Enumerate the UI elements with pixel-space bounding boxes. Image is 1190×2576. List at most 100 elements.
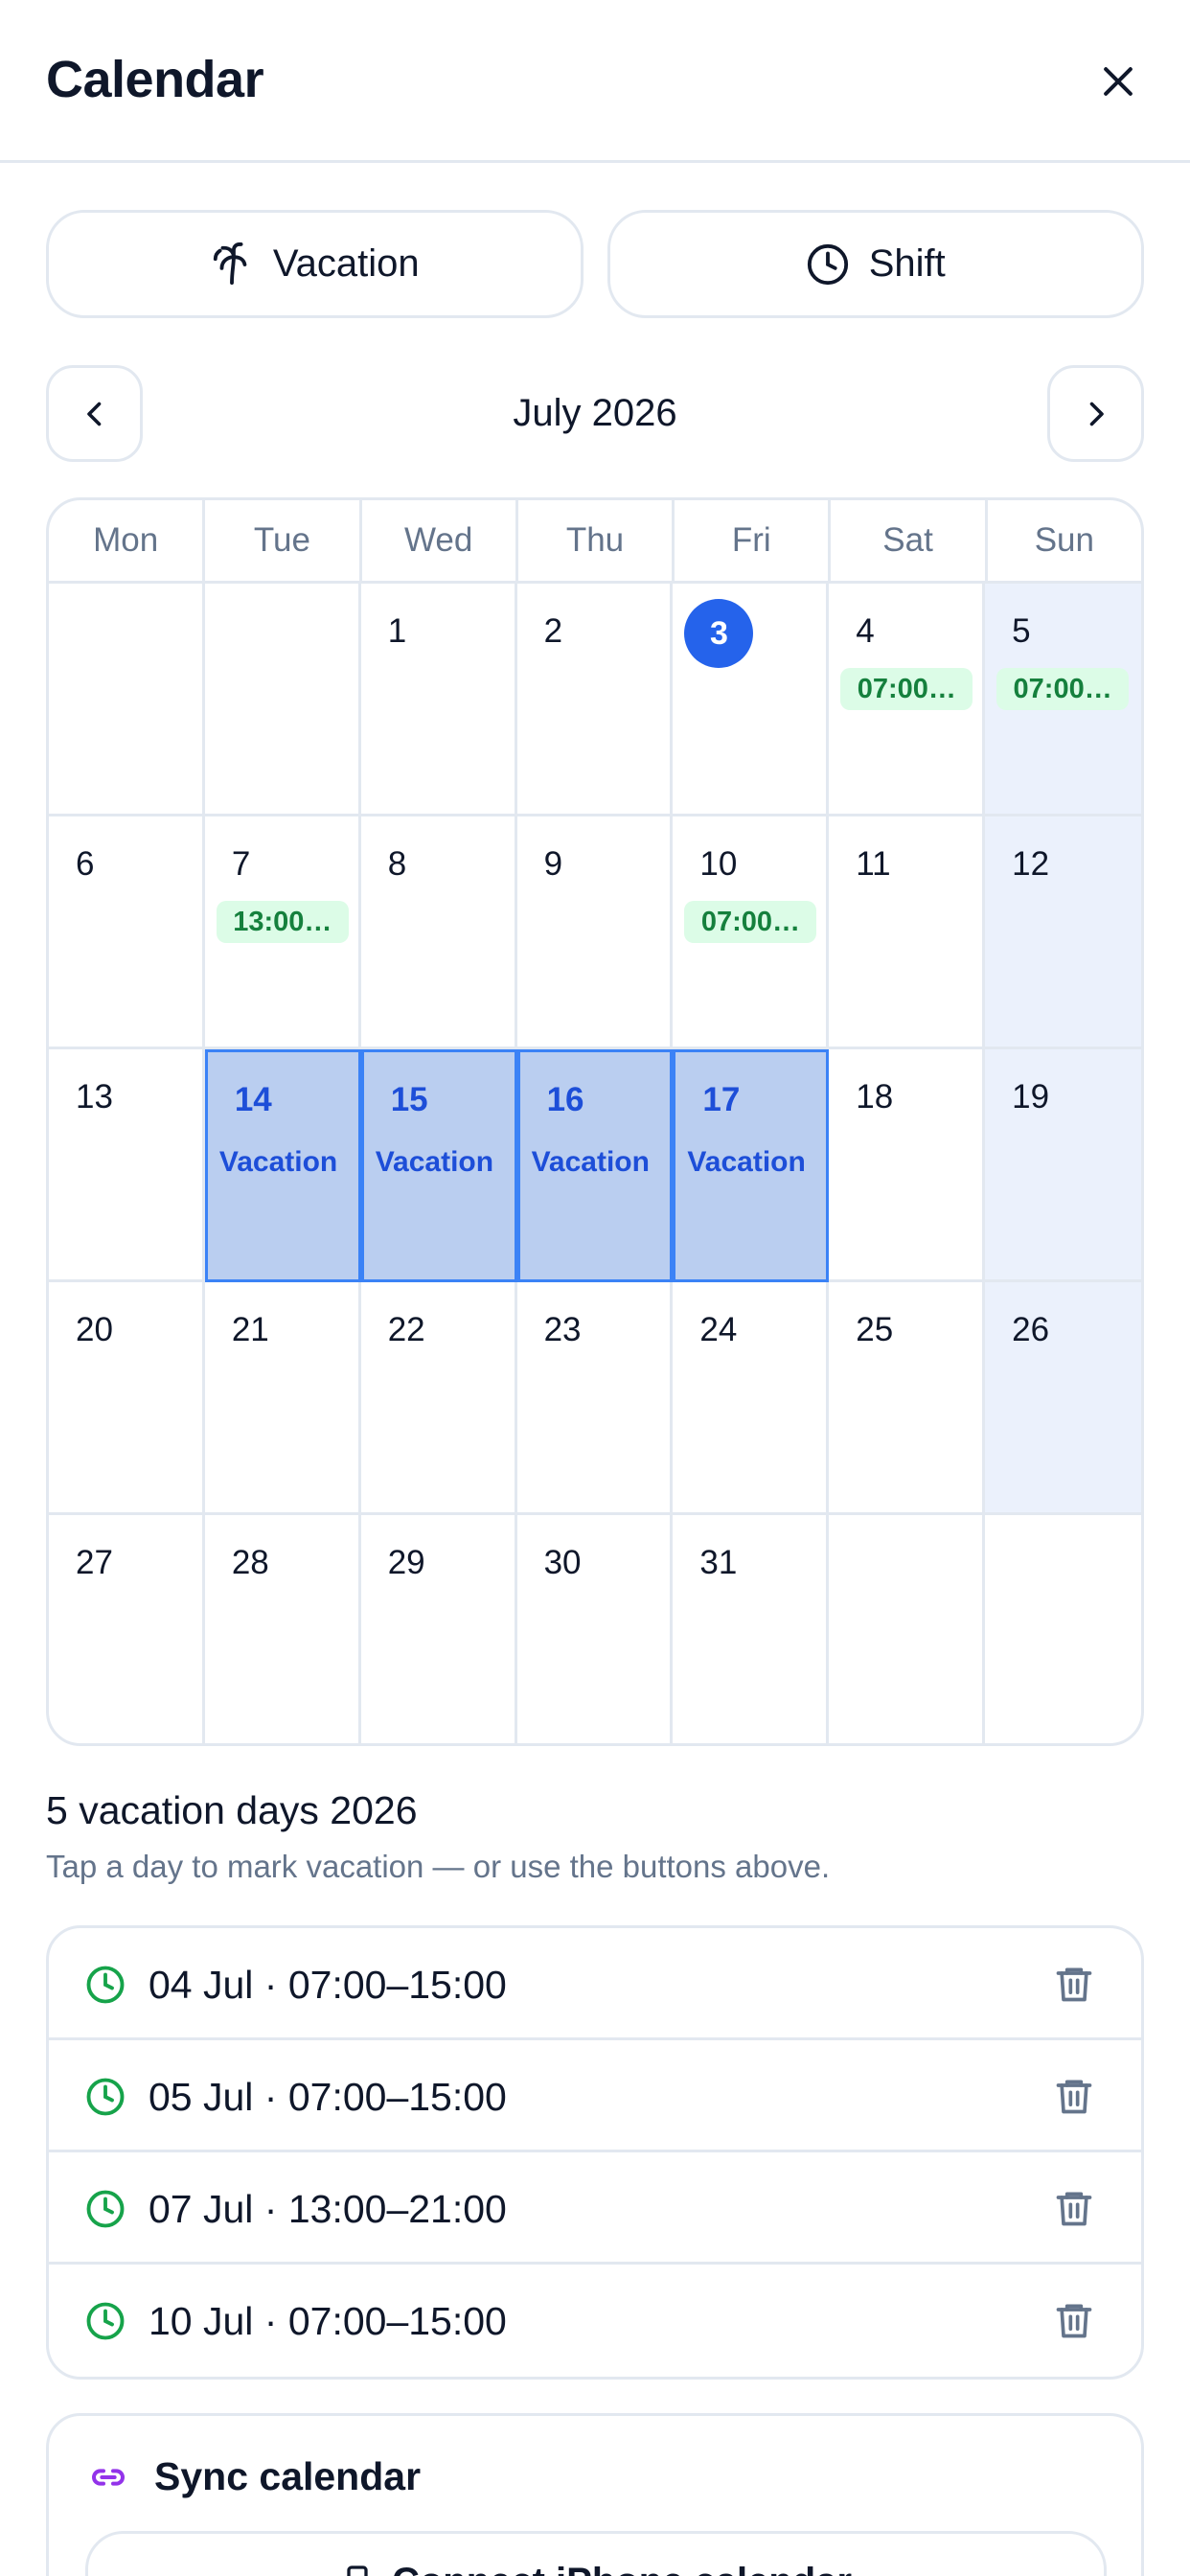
day-cell[interactable]: 23 xyxy=(516,1282,674,1515)
sync-calendar-card: Sync calendar Connect iPhone calendar xyxy=(46,2413,1144,2576)
day-cell[interactable]: 27 xyxy=(49,1515,205,1743)
day-cell[interactable]: 28 xyxy=(205,1515,361,1743)
day-cell[interactable]: 29 xyxy=(361,1515,517,1743)
day-cell[interactable]: 10 07:00… xyxy=(673,816,830,1049)
day-cell[interactable]: 30 xyxy=(517,1515,674,1743)
empty-day-cell xyxy=(204,584,361,816)
day-cell[interactable]: 12 xyxy=(985,816,1141,1049)
trash-icon[interactable] xyxy=(1053,2075,1095,2117)
day-number: 24 xyxy=(699,1311,738,1348)
day-number: 17 xyxy=(702,1081,741,1118)
today-indicator: 3 xyxy=(684,599,754,668)
day-grid: 1 2 3 4 07:00… 5 07:00… 6 7 13:00… 8 9 10 07… xyxy=(49,584,1141,1743)
vacation-summary-hint: Tap a day to mark vacation — or use the … xyxy=(46,1849,831,1884)
phone-icon xyxy=(347,2565,368,2576)
close-icon xyxy=(1104,67,1133,96)
day-cell[interactable]: 25 xyxy=(829,1282,986,1515)
day-number: 20 xyxy=(76,1311,113,1348)
close-button[interactable] xyxy=(1085,48,1152,115)
day-cell[interactable]: 5 07:00… xyxy=(985,584,1141,816)
day-cell[interactable]: 21 xyxy=(204,1282,361,1515)
day-cell[interactable]: 22 xyxy=(360,1282,517,1515)
shift-badge: 07:00… xyxy=(684,901,817,943)
day-number: 31 xyxy=(699,1544,738,1581)
day-cell[interactable]: 26 xyxy=(985,1282,1141,1515)
clock-icon xyxy=(86,2078,125,2116)
weekday-label: Wed xyxy=(362,500,518,581)
trash-icon[interactable] xyxy=(1053,1963,1095,2005)
day-cell[interactable]: 31 xyxy=(673,1515,830,1743)
vacation-button[interactable]: Vacation xyxy=(46,210,584,318)
day-number: 29 xyxy=(387,1544,425,1581)
day-number: 5 xyxy=(1012,612,1031,650)
shift-entry-text: 04 Jul · 07:00–15:00 xyxy=(149,1963,507,2007)
day-number: 26 xyxy=(1012,1311,1050,1348)
day-number: 7 xyxy=(231,845,251,883)
day-number: 4 xyxy=(856,612,875,650)
shift-badge: 07:00… xyxy=(840,668,973,710)
month-label: July 2026 xyxy=(513,392,677,434)
day-cell[interactable]: 13 xyxy=(49,1049,205,1282)
chevron-right-icon xyxy=(1089,402,1104,426)
month-navigation: July 2026 xyxy=(46,365,1144,462)
shift-entry-text: 05 Jul · 07:00–15:00 xyxy=(149,2075,507,2119)
day-cell[interactable]: 11 xyxy=(829,816,986,1049)
day-number: 9 xyxy=(543,845,563,883)
day-number: 14 xyxy=(234,1081,272,1118)
day-cell[interactable]: 4 07:00… xyxy=(829,584,986,816)
day-number: 10 xyxy=(699,845,738,883)
vacation-summary-title: 5 vacation days 2026 xyxy=(46,1788,418,1832)
day-number: 27 xyxy=(76,1544,113,1581)
connect-iphone-calendar-button[interactable]: Connect iPhone calendar xyxy=(85,2531,1107,2576)
trash-icon[interactable] xyxy=(1053,2299,1095,2341)
day-cell-today[interactable]: 3 xyxy=(673,584,830,816)
weekday-label: Sun xyxy=(1034,521,1094,559)
vacation-day-cell[interactable]: 17 Vacation xyxy=(673,1049,830,1282)
day-cell[interactable]: 18 xyxy=(829,1049,986,1282)
list-item: 05 Jul · 07:00–15:00 xyxy=(49,2040,1141,2152)
shift-entry-text: 07 Jul · 13:00–21:00 xyxy=(149,2187,507,2231)
day-cell[interactable]: 6 xyxy=(49,816,205,1049)
day-number: 1 xyxy=(387,612,407,650)
shift-button[interactable]: Shift xyxy=(606,210,1144,318)
sync-calendar-title: Sync calendar xyxy=(154,2454,422,2498)
palm-tree-icon xyxy=(213,242,247,285)
connect-button-label: Connect iPhone calendar xyxy=(392,2561,852,2576)
link-icon xyxy=(92,2469,125,2486)
day-cell[interactable]: 1 xyxy=(360,584,517,816)
trash-icon[interactable] xyxy=(1053,2187,1095,2229)
clock-icon xyxy=(807,243,848,285)
calendar-grid: Mon Tue Wed Thu Fri Sat Sun 1 2 3 4 07:00… xyxy=(46,497,1144,1746)
day-number: 25 xyxy=(856,1311,894,1348)
weekday-label: Sat xyxy=(831,500,988,581)
day-cell[interactable]: 24 xyxy=(673,1282,830,1515)
day-cell[interactable]: 19 xyxy=(985,1049,1141,1282)
day-number: 16 xyxy=(546,1081,584,1118)
day-number: 13 xyxy=(76,1078,113,1116)
vacation-label: Vacation xyxy=(687,1146,806,1178)
shift-list: 04 Jul · 07:00–15:00 05 Jul · 07:00–15:0… xyxy=(46,1925,1144,2380)
shift-entry-text: 10 Jul · 07:00–15:00 xyxy=(149,2299,507,2343)
day-cell[interactable]: 7 13:00… xyxy=(204,816,361,1049)
vacation-label: Vacation xyxy=(531,1146,650,1178)
day-cell[interactable]: 2 xyxy=(516,584,674,816)
weekday-label: Tue xyxy=(205,500,362,581)
vacation-day-cell[interactable]: 14 Vacation xyxy=(204,1049,361,1282)
day-number: 22 xyxy=(387,1311,425,1348)
day-number: 6 xyxy=(76,845,95,883)
vacation-day-cell[interactable]: 15 Vacation xyxy=(360,1049,517,1282)
vacation-label: Vacation xyxy=(375,1146,494,1178)
weekday-label: Fri xyxy=(675,500,832,581)
day-cell[interactable]: 9 xyxy=(516,816,674,1049)
day-number: 12 xyxy=(1012,845,1050,883)
next-month-button[interactable] xyxy=(1047,365,1144,462)
clock-icon xyxy=(86,1966,125,2004)
day-cell[interactable]: 8 xyxy=(360,816,517,1049)
empty-day-cell xyxy=(985,1515,1141,1743)
day-cell[interactable]: 20 xyxy=(49,1282,205,1515)
shift-badge: 13:00… xyxy=(216,901,349,943)
vacation-day-cell[interactable]: 16 Vacation xyxy=(516,1049,674,1282)
clock-icon xyxy=(86,2302,125,2340)
day-number: 28 xyxy=(231,1544,269,1581)
header: Calendar xyxy=(0,0,1190,163)
